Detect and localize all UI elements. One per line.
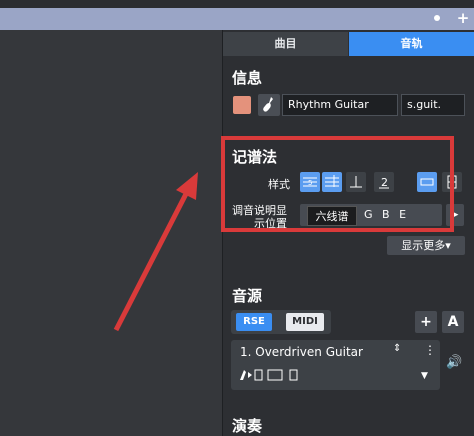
info-section-title: 信息 (232, 69, 263, 87)
rse-toggle[interactable]: RSE (236, 313, 272, 331)
track-name-input[interactable]: Rhythm Guitar (282, 94, 398, 116)
volume-icon[interactable]: 🔊 (446, 355, 462, 370)
signal-chain[interactable] (238, 368, 310, 385)
highlight-box (221, 136, 454, 232)
window-top-bar (0, 0, 474, 8)
sound-name: 1. Overdriven Guitar (240, 345, 363, 359)
automation-button[interactable]: A (442, 311, 464, 333)
tab-track[interactable]: 音轨 (349, 32, 474, 56)
midi-toggle[interactable]: MIDI (286, 313, 324, 331)
play-section-title: 演奏 (232, 417, 263, 435)
add-sound-button[interactable]: + (415, 311, 437, 333)
effects-chain-icon (240, 369, 298, 381)
show-more-button[interactable]: 显示更多▾ (387, 236, 465, 255)
track-short-name-input[interactable]: s.guit. (401, 94, 465, 116)
more-options-icon[interactable]: ⋮ (424, 343, 436, 357)
new-tab-button[interactable]: + (456, 9, 470, 27)
chevron-down-icon[interactable]: ▼ (421, 371, 428, 381)
guitar-icon (263, 97, 273, 112)
up-down-icon[interactable]: ⇕ (393, 343, 401, 354)
tab-score[interactable]: 曲目 (223, 32, 348, 56)
track-color-swatch[interactable] (233, 96, 251, 114)
document-tab-strip (0, 8, 474, 30)
score-canvas (0, 30, 222, 436)
instrument-icon-button[interactable] (258, 94, 280, 116)
tab-modified-dot-icon (434, 15, 440, 21)
sound-section-title: 音源 (232, 287, 263, 305)
